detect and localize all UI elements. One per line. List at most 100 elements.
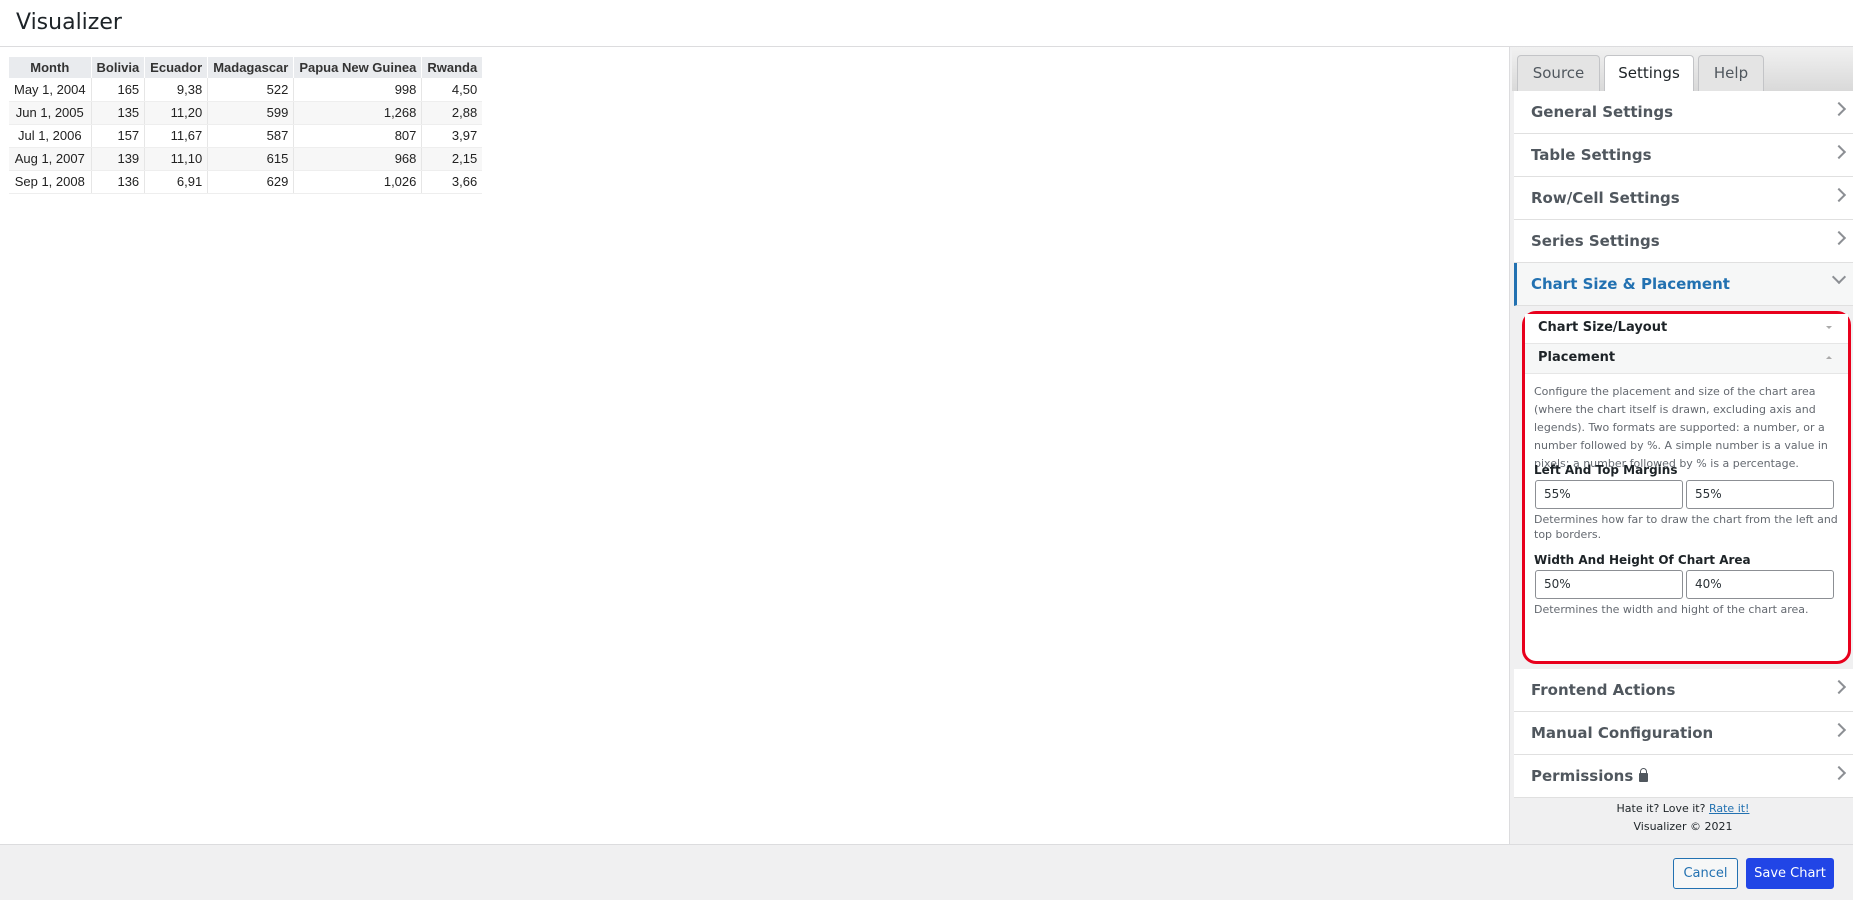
top-margin-input[interactable]: 55%	[1686, 480, 1834, 509]
group-label: Permissions	[1531, 767, 1649, 785]
table-cell: 615	[207, 147, 295, 171]
settings-sidebar: Source Settings Help General Settings Ta…	[1509, 47, 1853, 844]
chevron-right-icon	[1831, 765, 1847, 781]
table-cell: 11,10	[144, 147, 209, 171]
subsection-title: Chart Size/Layout	[1538, 320, 1668, 335]
chart-area-label: Width And Height Of Chart Area	[1534, 553, 1751, 567]
placement-description: Configure the placement and size of the …	[1534, 385, 1828, 470]
tab-source[interactable]: Source	[1517, 55, 1600, 91]
column-header[interactable]: Bolivia	[91, 57, 146, 78]
subsection-placement[interactable]: Placement	[1525, 344, 1848, 374]
table-cell: 998	[293, 78, 423, 102]
group-label: Table Settings	[1531, 146, 1652, 164]
permissions-label: Permissions	[1531, 767, 1634, 785]
rate-line: Hate it? Love it? Rate it!	[1512, 800, 1853, 818]
column-header[interactable]: Papua New Guinea	[293, 57, 423, 78]
sidebar-tabbar: Source Settings Help	[1512, 47, 1853, 92]
table-cell: 1,268	[293, 101, 423, 125]
group-label: Frontend Actions	[1531, 681, 1676, 699]
chevron-right-icon	[1831, 722, 1847, 738]
group-label: Manual Configuration	[1531, 724, 1714, 742]
subsection-title: Placement	[1538, 350, 1616, 365]
table-cell: Jun 1, 2005	[9, 101, 92, 125]
save-chart-button[interactable]: Save Chart	[1746, 858, 1834, 889]
table-cell: May 1, 2004	[9, 78, 92, 102]
column-header[interactable]: Ecuador	[144, 57, 209, 78]
table-row: Jul 1, 2006 157 11,67 587 807 3,97	[9, 124, 483, 148]
table-cell: 968	[293, 147, 423, 171]
chart-area-width-input[interactable]: 50%	[1535, 570, 1683, 599]
cancel-button[interactable]: Cancel	[1673, 858, 1738, 889]
lock-icon	[1639, 768, 1649, 782]
table-cell: 587	[207, 124, 295, 148]
table-cell: 2,88	[421, 101, 483, 125]
chart-area-height-input[interactable]: 40%	[1686, 570, 1834, 599]
group-row-cell-settings[interactable]: Row/Cell Settings	[1514, 177, 1853, 220]
table-cell: Sep 1, 2008	[9, 170, 92, 194]
chevron-right-icon	[1831, 230, 1847, 246]
table-cell: 11,67	[144, 124, 209, 148]
caret-up-icon	[1826, 356, 1832, 359]
table-cell: Jul 1, 2006	[9, 124, 92, 148]
table-row: Aug 1, 2007 139 11,10 615 968 2,15	[9, 147, 483, 171]
table-cell: 3,66	[421, 170, 483, 194]
column-header[interactable]: Rwanda	[421, 57, 483, 78]
table-row: May 1, 2004 165 9,38 522 998 4,50	[9, 78, 483, 102]
chevron-right-icon	[1831, 679, 1847, 695]
table-row: Jun 1, 2005 135 11,20 599 1,268 2,88	[9, 101, 483, 125]
table-cell: 135	[91, 101, 146, 125]
settings-groups: General Settings Table Settings Row/Cell…	[1514, 91, 1853, 306]
group-label: General Settings	[1531, 103, 1674, 121]
chevron-right-icon	[1831, 101, 1847, 117]
group-permissions[interactable]: Permissions	[1514, 755, 1853, 798]
group-label: Series Settings	[1531, 232, 1660, 250]
table-cell: 165	[91, 78, 146, 102]
group-label: Row/Cell Settings	[1531, 189, 1680, 207]
bottom-action-bar: Cancel Save Chart	[0, 844, 1853, 900]
table-cell: 139	[91, 147, 146, 171]
chevron-down-icon	[1831, 269, 1847, 285]
chart-area-hint: Determines the width and hight of the ch…	[1534, 603, 1809, 616]
data-table: Month Bolivia Ecuador Madagascar Papua N…	[9, 57, 483, 194]
table-cell: 4,50	[421, 78, 483, 102]
margins-label: Left And Top Margins	[1534, 463, 1678, 477]
group-series-settings[interactable]: Series Settings	[1514, 220, 1853, 263]
table-row: Sep 1, 2008 136 6,91 629 1,026 3,66	[9, 170, 483, 194]
group-chart-size-placement[interactable]: Chart Size & Placement	[1514, 263, 1853, 306]
chevron-right-icon	[1831, 144, 1847, 160]
table-cell: 522	[207, 78, 295, 102]
tab-help[interactable]: Help	[1698, 55, 1764, 91]
table-cell: 599	[207, 101, 295, 125]
placement-section: Chart Size/Layout Placement Configure th…	[1522, 311, 1851, 664]
group-label: Chart Size & Placement	[1531, 275, 1730, 293]
app-header: Visualizer	[0, 0, 1853, 47]
left-margin-input[interactable]: 55%	[1535, 480, 1683, 509]
table-cell: 136	[91, 170, 146, 194]
column-header[interactable]: Madagascar	[207, 57, 295, 78]
rate-prompt: Hate it? Love it?	[1616, 802, 1706, 815]
rate-link[interactable]: Rate it!	[1709, 802, 1750, 815]
table-cell: Aug 1, 2007	[9, 147, 92, 171]
lower-groups: Frontend Actions Manual Configuration Pe…	[1514, 669, 1853, 798]
group-frontend-actions[interactable]: Frontend Actions	[1514, 669, 1853, 712]
subsection-chart-size-layout[interactable]: Chart Size/Layout	[1525, 314, 1848, 344]
caret-down-icon	[1826, 326, 1832, 329]
column-header[interactable]: Month	[9, 57, 92, 78]
table-cell: 11,20	[144, 101, 209, 125]
table-header-row: Month Bolivia Ecuador Madagascar Papua N…	[9, 57, 483, 78]
table-cell: 629	[207, 170, 295, 194]
app-title: Visualizer	[16, 10, 122, 35]
table-cell: 2,15	[421, 147, 483, 171]
table-cell: 6,91	[144, 170, 209, 194]
table-cell: 3,97	[421, 124, 483, 148]
chevron-right-icon	[1831, 187, 1847, 203]
sidebar-footer: Hate it? Love it? Rate it! Visualizer © …	[1512, 800, 1853, 836]
table-cell: 9,38	[144, 78, 209, 102]
table-cell: 1,026	[293, 170, 423, 194]
group-general-settings[interactable]: General Settings	[1514, 91, 1853, 134]
margins-hint: Determines how far to draw the chart fro…	[1534, 513, 1838, 541]
group-manual-configuration[interactable]: Manual Configuration	[1514, 712, 1853, 755]
group-table-settings[interactable]: Table Settings	[1514, 134, 1853, 177]
tab-settings[interactable]: Settings	[1604, 55, 1694, 92]
chart-preview-area: Month Bolivia Ecuador Madagascar Papua N…	[0, 47, 1509, 844]
